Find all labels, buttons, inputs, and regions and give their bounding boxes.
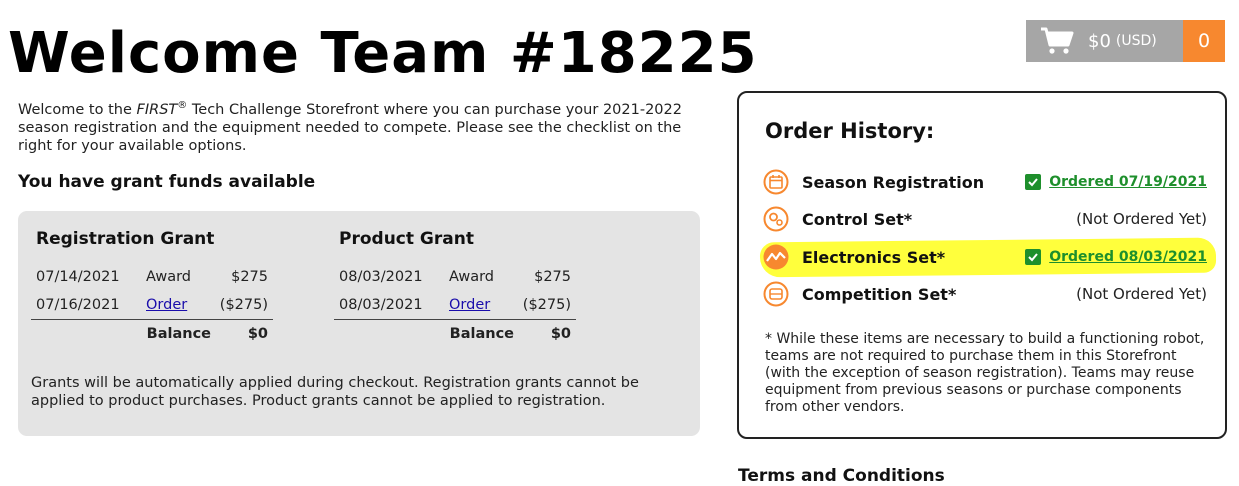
cart-count-badge[interactable]: 0: [1183, 20, 1225, 62]
shopping-cart-icon: [1041, 27, 1074, 54]
grant-amount: ($275): [522, 297, 571, 313]
grant-amount: ($275): [219, 297, 268, 313]
grant-date: 08/03/2021: [339, 269, 423, 285]
balance-label: Balance: [146, 326, 211, 342]
grant-balance-row: Balance $0: [334, 320, 576, 348]
order-history-note: * While these items are necessary to bui…: [765, 331, 1205, 415]
checkmark-icon: [1025, 249, 1042, 265]
grant-amount: $275: [231, 269, 268, 285]
cart-total: $0: [1088, 30, 1111, 52]
grant-type: Order: [449, 297, 519, 313]
balance-value: $0: [247, 326, 268, 342]
first-brand: FIRST: [136, 101, 178, 118]
grant-funds-heading: You have grant funds available: [18, 172, 316, 192]
grant-panel: Registration Grant 07/14/2021 Award $275…: [18, 211, 700, 436]
registered-mark: ®: [177, 100, 188, 111]
order-history-title: Order History:: [765, 119, 935, 143]
order-item-name: Electronics Set*: [802, 247, 946, 267]
grant-amount: $275: [534, 269, 571, 285]
order-item-electronics-set: Electronics Set* Ordered 08/03/2021: [763, 242, 1207, 272]
registration-grant: Registration Grant 07/14/2021 Award $275…: [31, 229, 273, 348]
intro-text: Welcome to the FIRST® Tech Challenge Sto…: [18, 97, 698, 155]
grant-row: 08/03/2021 Award $275: [334, 263, 576, 291]
grant-order-link[interactable]: Order: [146, 297, 187, 313]
product-grant: Product Grant 08/03/2021 Award $275 08/0…: [334, 229, 576, 348]
order-status: Ordered 07/19/2021: [1025, 174, 1207, 190]
terms-heading: Terms and Conditions: [738, 466, 945, 486]
grant-row: 07/14/2021 Award $275: [31, 263, 273, 291]
grant-type: Award: [449, 269, 494, 285]
order-item-name: Competition Set*: [802, 284, 957, 304]
order-item-season-registration: Season Registration Ordered 07/19/2021: [763, 167, 1207, 197]
order-status: (Not Ordered Yet): [1076, 210, 1207, 228]
page-title: Welcome Team #18225: [8, 21, 758, 86]
order-item-name: Control Set*: [802, 209, 913, 229]
order-item-competition-set: Competition Set* (Not Ordered Yet): [763, 279, 1207, 309]
grant-type: Award: [146, 269, 191, 285]
order-status: Ordered 08/03/2021: [1025, 249, 1207, 265]
grant-type: Order: [146, 297, 216, 313]
signal-icon: [763, 244, 789, 270]
order-history-panel: Order History: Season Registration Order…: [737, 91, 1227, 439]
grant-note: Grants will be automatically applied dur…: [31, 375, 639, 409]
gears-icon: [763, 206, 789, 232]
field-icon: [763, 281, 789, 307]
order-status: (Not Ordered Yet): [1076, 285, 1207, 303]
cart-button[interactable]: $0 (USD): [1026, 20, 1183, 62]
grant-row: 07/16/2021 Order ($275): [31, 291, 273, 320]
calendar-icon: [763, 169, 789, 195]
grant-balance-row: Balance $0: [31, 320, 273, 348]
order-status-link[interactable]: Ordered 07/19/2021: [1049, 174, 1207, 190]
checkmark-icon: [1025, 174, 1042, 190]
cart-widget[interactable]: $0 (USD) 0: [1026, 20, 1225, 62]
grant-date: 07/14/2021: [36, 269, 120, 285]
grant-title: Product Grant: [339, 229, 474, 249]
intro-text-start: Welcome to the: [18, 101, 137, 118]
grant-date: 08/03/2021: [339, 297, 423, 313]
grant-row: 08/03/2021 Order ($275): [334, 291, 576, 320]
grant-order-link[interactable]: Order: [449, 297, 490, 313]
order-item-control-set: Control Set* (Not Ordered Yet): [763, 204, 1207, 234]
balance-label: Balance: [449, 326, 514, 342]
grant-date: 07/16/2021: [36, 297, 120, 313]
balance-value: $0: [550, 326, 571, 342]
order-status-link[interactable]: Ordered 08/03/2021: [1049, 249, 1207, 265]
order-item-name: Season Registration: [802, 172, 985, 192]
grant-title: Registration Grant: [36, 229, 215, 249]
cart-currency: (USD): [1115, 33, 1157, 49]
